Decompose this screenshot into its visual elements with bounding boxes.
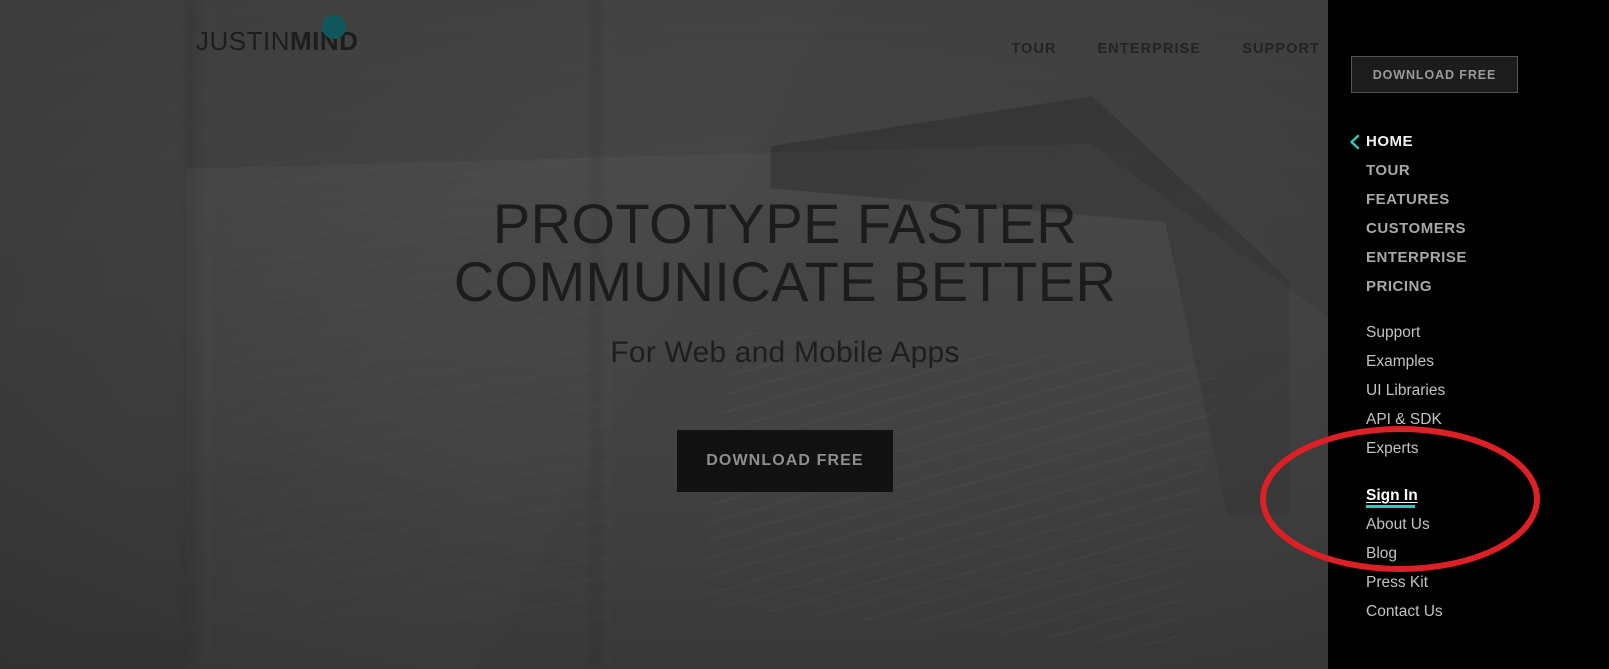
chevron-left-icon xyxy=(1350,134,1360,149)
sidebar-download-free-button[interactable]: DOWNLOAD FREE xyxy=(1351,56,1518,93)
top-navigation: TOUR ENTERPRISE SUPPORT xyxy=(1011,41,1328,57)
page-title: PROTOTYPE FASTER COMMUNICATE BETTER xyxy=(453,192,1117,313)
sidebar-item-pricing[interactable]: PRICING xyxy=(1366,272,1609,301)
sidebar-item-support[interactable]: Support xyxy=(1366,318,1609,347)
logo-circle-icon xyxy=(322,15,346,39)
top-bar: JUSTINMIND TOUR ENTERPRISE SUPPORT xyxy=(0,0,1328,105)
logo[interactable]: JUSTINMIND xyxy=(196,15,358,56)
topnav-item-tour[interactable]: TOUR xyxy=(1011,41,1056,57)
sidebar-item-contact-us[interactable]: Contact Us xyxy=(1366,597,1609,626)
sidebar-item-press-kit[interactable]: Press Kit xyxy=(1366,568,1609,597)
hero-subtitle: For Web and Mobile Apps xyxy=(610,335,960,369)
logo-thin-text: JUSTIN xyxy=(196,26,290,56)
sidebar-item-features[interactable]: FEATURES xyxy=(1366,185,1609,214)
sidebar-item-api-sdk[interactable]: API & SDK xyxy=(1366,405,1609,434)
sidebar-item-customers[interactable]: CUSTOMERS xyxy=(1366,214,1609,243)
sidebar-item-about-us[interactable]: About Us xyxy=(1366,510,1609,539)
page-root: JUSTINMIND TOUR ENTERPRISE SUPPORT PROTO… xyxy=(0,0,1609,669)
sidebar-item-blog[interactable]: Blog xyxy=(1366,539,1609,568)
sidebar-item-ui-libraries[interactable]: UI Libraries xyxy=(1366,376,1609,405)
topnav-item-enterprise[interactable]: ENTERPRISE xyxy=(1098,41,1202,57)
topnav-item-support[interactable]: SUPPORT xyxy=(1242,41,1320,57)
sidebar-item-examples[interactable]: Examples xyxy=(1366,347,1609,376)
sidebar-item-sign-in[interactable]: Sign In xyxy=(1366,481,1418,510)
sidebar-item-label: HOME xyxy=(1366,133,1413,150)
side-download-wrapper: DOWNLOAD FREE xyxy=(1328,0,1609,93)
sidebar-item-home[interactable]: HOME xyxy=(1350,127,1609,156)
download-free-button[interactable]: DOWNLOAD FREE xyxy=(676,429,893,492)
sidebar-item-enterprise[interactable]: ENTERPRISE xyxy=(1366,243,1609,272)
primary-menu: HOME TOUR FEATURES CUSTOMERS ENTERPRISE … xyxy=(1328,127,1609,301)
side-menu-panel: DOWNLOAD FREE HOME TOUR FEATURES CUSTOME… xyxy=(1328,0,1609,669)
sidebar-item-tour[interactable]: TOUR xyxy=(1366,156,1609,185)
secondary-menu: Support Examples UI Libraries API & SDK … xyxy=(1328,318,1609,626)
sidebar-item-experts[interactable]: Experts xyxy=(1366,434,1609,463)
